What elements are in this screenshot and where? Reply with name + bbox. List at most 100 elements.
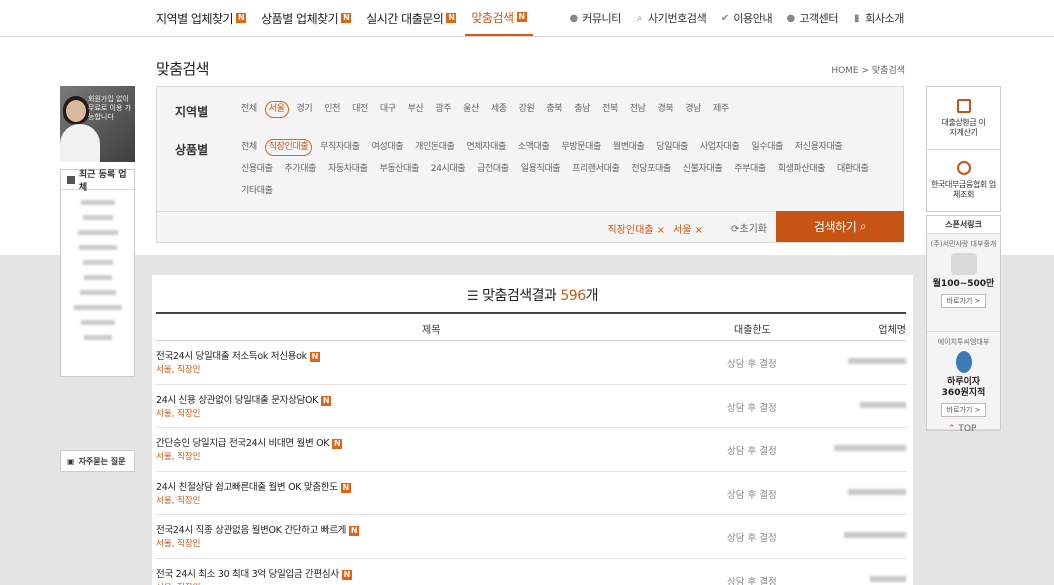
filter-chip[interactable]: 대구 [376,101,400,118]
calculator-icon [956,98,971,113]
filter-chip[interactable]: 개인돈대출 [411,139,458,156]
filter-chip[interactable]: 대전 [348,101,372,118]
filter-chip[interactable]: 제주 [709,101,733,118]
signup-banner[interactable]: 회원가입 없이 무료로 이용 가능합니다 [60,86,135,162]
filter-chip[interactable]: 일용직대출 [517,161,564,178]
blurred-company[interactable] [73,305,122,310]
filter-chip[interactable]: 전남 [626,101,650,118]
sponsor-ad[interactable]: (주)서민사랑 대부중개 월100~500만 바로가기 > [927,234,1000,332]
filter-chip[interactable]: 충북 [542,101,566,118]
filter-chip[interactable]: 광주 [431,101,455,118]
top-navigation: 지역별 업체찾기 N 상품별 업체찾기 N 실시간 대출문의 N 맞춤검색 N ● 커뮤니… [0,0,1054,37]
filter-chip[interactable]: 경기 [293,101,317,118]
menu-product-search[interactable]: 상품별 업체찾기 N [261,0,352,36]
scroll-top-link[interactable]: ⌃ TOP [948,424,976,434]
blurred-company[interactable] [78,245,117,250]
row-title[interactable]: 24시 친절상담 쉽고빠른대출 월변 OK 맞춤한도 N [156,479,351,493]
table-row[interactable]: 전국24시 직종 상관없음 월변OK 간단하고 빠르게 N 서울, 직장인 상담 후 … [156,515,906,559]
filter-chip[interactable]: 연체자대출 [463,139,510,156]
util-community[interactable]: ● 커뮤니티 [568,10,621,26]
loan-calculator-link[interactable]: 대출상환금 이자계산기 [927,87,1000,149]
filter-chip[interactable]: 경남 [681,101,705,118]
filter-chip[interactable]: 회생파산대출 [774,161,829,178]
blurred-company-name [844,532,906,539]
filter-chip[interactable]: 전북 [598,101,622,118]
filter-chip[interactable]: 신용대출 [237,161,277,178]
list-result-icon: ☰ [466,289,479,304]
filter-chip[interactable]: 사업자대출 [696,139,743,156]
filter-chip[interactable]: 대환대출 [833,161,873,178]
filter-chip[interactable]: 신불자대출 [679,161,726,178]
filter-chip[interactable]: 프리랜서대출 [568,161,623,178]
tool-label: 대출상환금 이자계산기 [941,117,986,137]
filter-chip[interactable]: 강원 [515,101,539,118]
selected-tag[interactable]: 서울 × [673,221,703,236]
filter-chip[interactable]: 추가대출 [281,161,321,178]
tools-box: 대출상환금 이자계산기 한국대부금융협회 업체조회 [926,86,1001,212]
table-row[interactable]: 간단승인 당일지급 전국24시 비대면 월변 OK N 서울, 직장인 상담 후 결정 [156,428,906,472]
filter-chip[interactable]: 경북 [653,101,677,118]
search-button[interactable]: 검색하기 ⌕ [776,211,904,242]
table-row[interactable]: 전국24시 당일대출 저소득ok 저신용ok N 서울, 직장인 상담 후 결정 [156,341,906,385]
filter-chip[interactable]: 전당포대출 [627,161,674,178]
blurred-company[interactable] [83,275,112,280]
util-company[interactable]: ▮ 회사소개 [851,10,904,26]
reset-button[interactable]: ⟳초기화 [731,220,767,235]
new-badge: N [349,526,360,537]
results-table-header: 제목 대출한도 업체명 [156,312,906,341]
row-title[interactable]: 전국24시 당일대출 저소득ok 저신용ok N [156,348,320,362]
util-customer-center[interactable]: ● 고객센터 [785,10,839,26]
filter-chip[interactable]: 급전대출 [473,161,513,178]
filter-chip[interactable]: 무직자대출 [316,139,363,156]
blurred-company[interactable] [82,260,113,265]
table-row[interactable]: 전국 24시 최소 30 최대 3억 당일입금 간편심사N서울, 직장인상담 후… [156,559,906,585]
util-guide[interactable]: ✔ 이용안내 [719,10,773,26]
sponsor-ad[interactable]: 에이치투씨엠대부 하루이자 360원지적 바로가기 > [927,332,1000,430]
filter-chip[interactable]: 부동산대출 [375,161,422,178]
ad-more-button[interactable]: 바로가기 > [940,294,987,308]
util-fraud-search[interactable]: ⌕ 사기번호검색 [634,10,707,26]
blurred-company[interactable] [82,215,113,220]
row-title[interactable]: 전국 24시 최소 30 최대 3억 당일입금 간편심사 N [156,566,352,580]
blurred-company[interactable] [80,200,115,205]
ad-more-button[interactable]: 바로가기 > [940,403,987,417]
blurred-company[interactable] [79,290,116,295]
filter-chip[interactable]: 자동차대출 [324,161,371,178]
page-title: 맞춤검색 [156,60,209,78]
filter-chip[interactable]: 저신용자대출 [791,139,846,156]
faq-link[interactable]: ▣ 자주묻는 질문 [60,450,135,472]
recent-companies-box: 최근 등록 업체 [60,169,135,377]
filter-chip[interactable]: 소액대출 [514,139,554,156]
association-lookup-link[interactable]: 한국대부금융협회 업체조회 [927,149,1000,211]
filter-chip[interactable]: 부산 [404,101,428,118]
menu-realtime-inquiry[interactable]: 실시간 대출문의 N [366,0,457,36]
blurred-company[interactable] [80,320,115,325]
row-title[interactable]: 간단승인 당일지급 전국24시 비대면 월변 OK N [156,435,343,450]
filter-chip[interactable]: 여성대출 [368,139,408,156]
selected-tag[interactable]: 직장인대출 × [607,221,665,236]
table-row[interactable]: 24시 신용 상관없이 당일대출 문자상담OK N 서울, 직장인 상담 후 결정 [156,385,906,429]
filter-chip[interactable]: 울산 [459,101,483,118]
filter-chip[interactable]: 기타대출 [237,183,277,200]
row-title[interactable]: 전국24시 직종 상관없음 월변OK 간단하고 빠르게 N [156,522,360,537]
row-title[interactable]: 24시 신용 상관없이 당일대출 문자상담OK N [156,392,332,406]
filter-chip[interactable]: 일수대출 [747,139,787,156]
filter-chip[interactable]: 전체 [237,139,261,156]
filter-chip[interactable]: 직장인대출 [264,139,313,156]
filter-chip[interactable]: 주부대출 [730,161,770,178]
filter-chip[interactable]: 무방문대출 [557,139,604,156]
filter-chip[interactable]: 전체 [237,101,261,118]
menu-region-search[interactable]: 지역별 업체찾기 N [156,0,247,36]
filter-chip[interactable]: 세종 [487,101,511,118]
filter-chip[interactable]: 인천 [320,101,344,118]
filter-chip[interactable]: 서울 [264,101,289,118]
filter-chip[interactable]: 충남 [570,101,594,118]
blurred-company[interactable] [83,335,112,340]
filter-chip[interactable]: 24시대출 [427,161,469,178]
blurred-company[interactable] [77,230,118,235]
filter-chip[interactable]: 월변대출 [609,139,649,156]
table-row[interactable]: 24시 친절상담 쉽고빠른대출 월변 OK 맞춤한도 N 서울, 직장인 상담 후 결… [156,472,906,516]
filter-chip[interactable]: 당일대출 [652,139,692,156]
menu-custom-search[interactable]: 맞춤검색 N [465,0,533,36]
recent-companies-title: 최근 등록 업체 [61,170,134,193]
